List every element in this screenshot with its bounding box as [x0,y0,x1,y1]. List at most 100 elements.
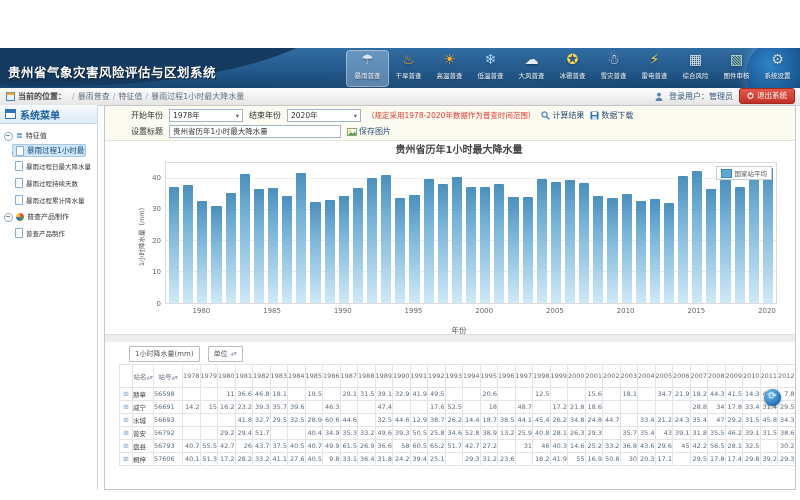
toolbar-button-low-temp[interactable]: ❄低温普查 [470,51,511,86]
year-column-header[interactable]: 1994 [463,365,481,388]
row-expand-icon[interactable]: ⊞ [120,427,133,440]
year-column-header[interactable]: 1990 [393,365,411,388]
row-expand-icon[interactable]: ⊞ [120,414,133,427]
chart-title-input[interactable] [169,125,341,138]
menu-item[interactable]: 暴雨过程累计降水量 [12,192,95,208]
menu-item[interactable]: 普查产品制作 [12,225,95,241]
year-column-header[interactable]: 2004 [638,365,656,388]
year-column-header[interactable]: 2011 [760,365,778,388]
menu-item[interactable]: 暴雨过程1小时最大降水量 [12,144,86,157]
toolbar-button-composite-risk[interactable]: ▦综合风险 [675,51,716,86]
row-expand-icon[interactable]: ⊞ [120,440,133,453]
breadcrumb-item[interactable]: 暴雨普查 [78,92,110,101]
menu-group[interactable]: 普查产品制作 [0,209,97,224]
toolbar-button-high-temp[interactable]: ☀高温普查 [429,51,470,86]
x-axis-tick-label [564,307,577,318]
row-expand-icon[interactable]: ⊞ [120,453,133,466]
year-column-header[interactable]: 1988 [358,365,376,388]
year-column-header[interactable]: 2009 [725,365,743,388]
year-column-header[interactable]: 1992 [428,365,446,388]
calc-result-link[interactable]: 计算结果 [541,110,584,121]
table-row: ⊞普安5679229.229.451.740.434.935.333.249.6… [120,427,796,440]
year-column-header[interactable]: 2012 [778,365,796,388]
value-cell: 41.5 [725,388,743,401]
refresh-icon[interactable]: ⟳ [764,389,781,406]
year-column-header[interactable]: 2010 [743,365,761,388]
year-column-header[interactable]: 1986 [323,365,341,388]
document-icon [15,178,23,188]
menu-group-label: 普查产品制作 [27,212,69,222]
toolbar-label: 干旱普查 [396,70,422,80]
logged-in-user: 登录用户：管理员 [669,91,733,102]
year-column-header[interactable]: 1997 [515,365,533,388]
breadcrumb: 当前的位置： /暴雨普查/特征值/暴雨过程1小时最大降水量 [6,88,244,104]
year-column-header[interactable]: 1981 [235,365,253,388]
toolbar-button-drought[interactable]: ♨干旱普查 [388,51,429,86]
year-column-header[interactable]: 2001 [585,365,603,388]
row-expand-icon[interactable]: ⊞ [120,401,133,414]
row-expand-icon[interactable]: ⊞ [120,388,133,401]
value-cell: 18 [480,401,498,414]
sidebar-title: 系统菜单 [20,107,60,122]
value-cell [200,388,218,401]
data-download-link[interactable]: 数据下载 [590,110,633,121]
unit-filter-chip[interactable]: 单位 ▲▼ [208,346,243,362]
year-column-header[interactable]: 1989 [375,365,393,388]
station-name-header[interactable]: 站名▲▼ [133,365,154,388]
year-column-header[interactable]: 2005 [655,365,673,388]
year-column-header[interactable]: 1983 [270,365,288,388]
year-column-header[interactable]: 1999 [550,365,568,388]
year-column-header[interactable]: 2002 [603,365,621,388]
menu-item[interactable]: 暴雨过程持续天数 [12,175,95,191]
year-column-header[interactable]: 1998 [533,365,551,388]
year-column-header[interactable]: 1978 [183,365,201,388]
y-axis-tick-label: 40 [152,174,161,182]
bar-2009 [607,198,617,303]
end-year-select[interactable]: 2020年 ▾ [287,109,361,122]
save-image-link[interactable]: 保存图片 [347,126,391,137]
year-column-header[interactable]: 2007 [690,365,708,388]
year-column-header[interactable]: 1982 [253,365,271,388]
x-axis-tick-label: 2015 [687,307,705,318]
year-column-header[interactable]: 1980 [218,365,236,388]
toolbar-button-lightning[interactable]: ⚡雷电普查 [634,51,675,86]
year-column-header[interactable]: 1979 [200,365,218,388]
menu-group[interactable]: ≣特征值 [0,128,97,143]
year-column-header[interactable]: 2006 [673,365,691,388]
year-column-header[interactable]: 2003 [620,365,638,388]
value-cell: 40.3 [550,440,568,453]
year-column-header[interactable]: 2000 [568,365,586,388]
year-column-header[interactable]: 2008 [708,365,726,388]
value-cell [358,414,376,427]
breadcrumb-separator: / [72,92,75,101]
collapse-toggle-icon[interactable] [4,132,13,141]
year-column-header[interactable]: 1996 [498,365,516,388]
year-column-header[interactable]: 1993 [445,365,463,388]
year-column-header[interactable]: 1985 [305,365,323,388]
x-axis-tick-label [365,307,378,318]
collapse-toggle-icon[interactable] [4,213,13,222]
logout-button[interactable]: 退出系统 [739,88,795,104]
toolbar-button-hail[interactable]: ✪冰雹普查 [552,51,593,86]
year-column-header[interactable]: 1995 [480,365,498,388]
start-year-select[interactable]: 1978年 ▾ [169,109,243,122]
year-column-header[interactable]: 1987 [340,365,358,388]
toolbar-button-settings[interactable]: ⚙系统设置 [757,51,798,86]
toolbar-button-rainstorm[interactable]: ☂暴雨普查 [347,51,388,86]
station-table-container[interactable]: 站名▲▼站号▲▼19781979198019811982198319841985… [119,364,795,491]
toolbar-button-snow[interactable]: ☃雪灾普查 [593,51,634,86]
value-cell: 40.5 [305,453,323,466]
year-column-header[interactable]: 1984 [288,365,306,388]
bar-1994 [395,198,405,303]
breadcrumb-item[interactable]: 暴雨过程1小时最大降水量 [151,92,244,101]
toolbar-button-map-audit[interactable]: ▧图件审核 [716,51,757,86]
year-column-header[interactable]: 1991 [410,365,428,388]
value-cell [673,453,691,466]
value-cell: 27.2 [480,440,498,453]
chart-legend[interactable]: 国家站平均 [716,166,773,180]
variable-filter-chip[interactable]: 1小时降水量(mm) [129,346,200,362]
toolbar-button-wind[interactable]: ☁大风普查 [511,51,552,86]
menu-item[interactable]: 暴雨过程日最大降水量 [12,158,95,174]
breadcrumb-item[interactable]: 特征值 [118,92,142,101]
station-id-header[interactable]: 站号▲▼ [154,365,183,388]
